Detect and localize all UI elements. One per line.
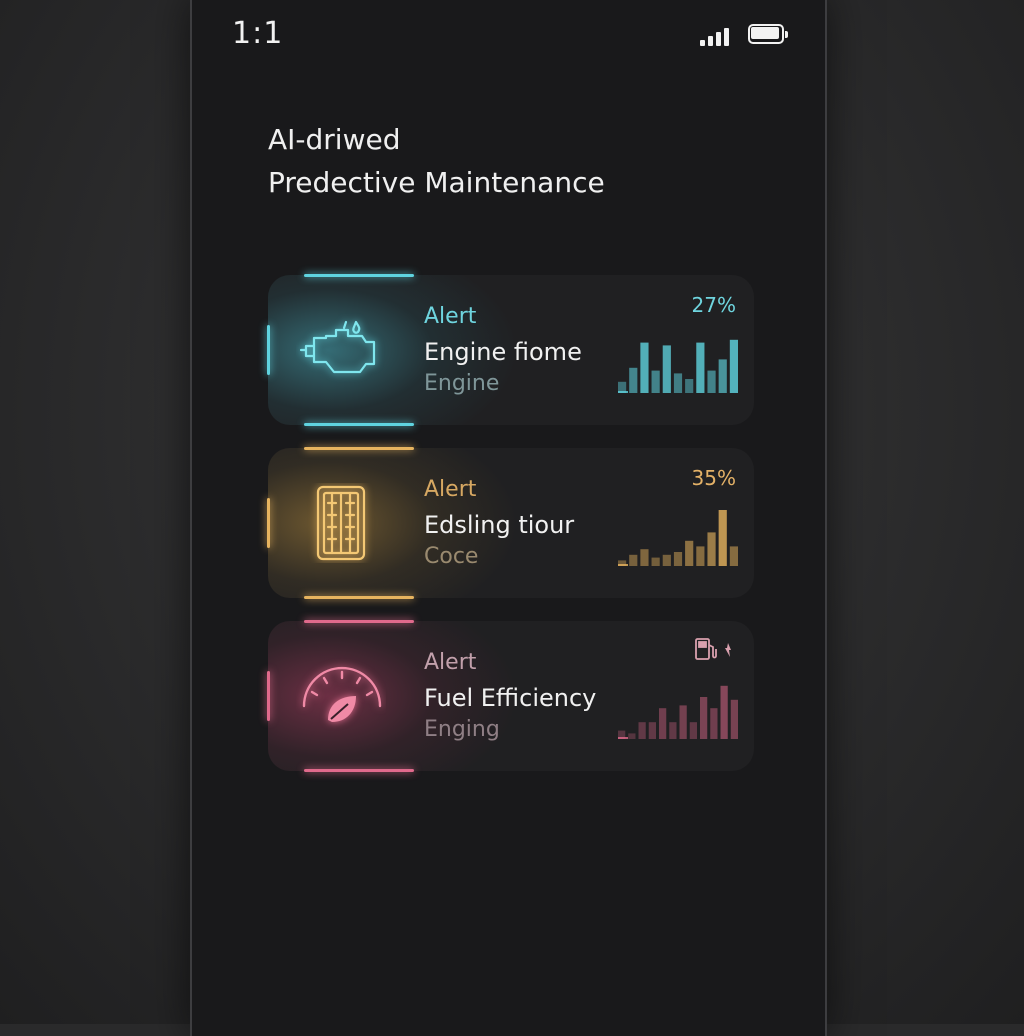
chart-bar	[673, 552, 683, 566]
chart-bar	[651, 557, 660, 566]
chart-bar	[648, 722, 656, 739]
chart-bar	[618, 730, 626, 739]
alert-percent: 35%	[691, 466, 736, 490]
chart-bar	[718, 510, 727, 566]
card-accent-line	[267, 671, 270, 721]
card-accent-line	[304, 596, 414, 599]
chart-bar	[720, 685, 728, 739]
chart-bar	[651, 370, 660, 393]
chart-bar	[618, 381, 627, 393]
chart-bar	[662, 554, 671, 566]
chart-bar	[640, 342, 649, 393]
card-accent-line	[267, 325, 270, 375]
alert-label: Alert	[424, 304, 477, 329]
battery-icon	[748, 24, 788, 44]
engine-icon	[299, 320, 376, 374]
gauge-leaf-icon	[302, 666, 382, 722]
chart-bar	[629, 367, 638, 393]
chart-bar	[718, 359, 727, 393]
alert-subtitle: Engine	[424, 371, 500, 396]
chart-bar	[707, 532, 716, 566]
page-title: AI-driwed Predective Maintenance	[268, 118, 605, 204]
alert-percent: 27%	[691, 293, 736, 317]
card-accent-line	[304, 274, 414, 277]
chart-bar	[730, 699, 738, 739]
chart-bar	[729, 546, 738, 566]
alert-subtitle: Enging	[424, 717, 500, 742]
alert-card-battery[interactable]: Alert Edsling tiour Coce 35%	[267, 447, 754, 599]
chart-bar	[662, 345, 671, 393]
alert-card-fuel[interactable]: Alert Fuel Efficiency Enging	[267, 620, 754, 772]
chart-bar	[673, 373, 683, 393]
alert-label: Alert	[424, 650, 477, 675]
chart-bar	[669, 722, 677, 739]
alert-subtitle: Coce	[424, 544, 479, 569]
chart-bar	[710, 708, 718, 739]
chart-bar	[638, 722, 646, 739]
alert-label: Alert	[424, 477, 477, 502]
chart-bar	[685, 379, 694, 393]
alert-card-engine[interactable]: Alert Engine fiome Engine 27%	[267, 274, 754, 426]
chart-bar	[696, 546, 705, 566]
card-accent-line	[304, 423, 414, 426]
status-bar: 1:1	[192, 0, 825, 76]
alert-title: Engine fiome	[424, 338, 582, 366]
chart-bar	[629, 554, 638, 566]
chart-bar	[640, 549, 649, 566]
page-title-line-1: AI-driwed	[268, 123, 401, 156]
phone-screen: 1:1 AI-driwed Predective Maintenance Ale…	[190, 0, 827, 1036]
chart-bar	[685, 540, 694, 566]
chart-bar	[696, 342, 705, 393]
alert-title: Fuel Efficiency	[424, 684, 597, 712]
chart-bar	[618, 560, 627, 566]
fuel-pump-icon	[695, 638, 731, 660]
chart-bar	[700, 697, 708, 739]
alert-bar-chart	[618, 685, 738, 739]
battery-pack-icon	[316, 485, 366, 561]
alert-bar-chart	[618, 510, 738, 566]
signal-icon	[700, 26, 732, 46]
chart-bar	[729, 339, 738, 393]
chart-bar	[707, 370, 716, 393]
chart-bar	[689, 722, 697, 739]
page-title-line-2: Predective Maintenance	[268, 166, 605, 199]
card-accent-line	[267, 498, 270, 548]
chart-bar	[628, 733, 636, 739]
chart-bar	[679, 705, 687, 739]
card-accent-line	[304, 620, 414, 623]
card-accent-line	[304, 447, 414, 450]
alert-title: Edsling tiour	[424, 511, 575, 539]
alert-bar-chart	[618, 339, 738, 393]
card-accent-line	[304, 769, 414, 772]
status-time: 1:1	[232, 16, 284, 51]
chart-bar	[659, 708, 667, 739]
